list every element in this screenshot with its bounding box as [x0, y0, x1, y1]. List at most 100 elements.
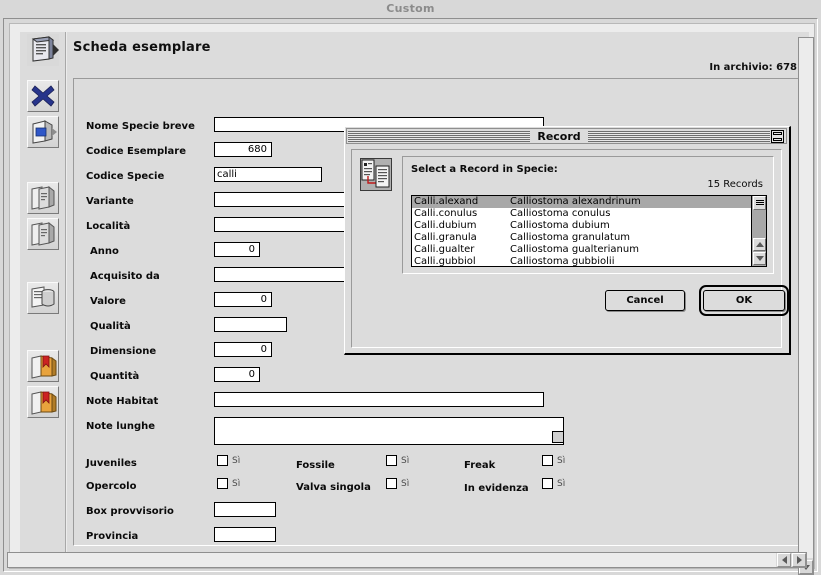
- bookmark-prev-icon: [28, 351, 58, 381]
- sidebar-item-delete[interactable]: [27, 80, 59, 112]
- sidebar-item-print-preview[interactable]: [27, 116, 59, 148]
- title-stripes-right: [587, 130, 770, 142]
- record-selection-panel: Select a Record in Specie: 15 Records Ca…: [402, 156, 774, 274]
- record-list-item[interactable]: Calli.dubium Calliostoma dubium: [412, 220, 766, 232]
- field-valore[interactable]: [214, 292, 272, 307]
- label-dimensione: Dimensione: [90, 346, 157, 357]
- record-code: Calli.gubbiol: [414, 256, 476, 267]
- scroll-left-button[interactable]: [777, 553, 791, 567]
- record-dialog-prompt: Select a Record in Specie:: [411, 164, 558, 175]
- label-note-habitat: Note Habitat: [86, 396, 159, 407]
- label-nome-specie-breve: Nome Specie breve: [86, 121, 195, 132]
- chevron-right-icon: [796, 556, 802, 564]
- record-dialog-title-bar[interactable]: Record: [346, 128, 787, 144]
- record-list-item[interactable]: Calli.gualter Calliostoma gualterianum: [412, 244, 766, 256]
- record-list-scroll-down-button[interactable]: [753, 252, 766, 265]
- checkbox-box-juveniles[interactable]: [217, 455, 228, 466]
- field-dimensione[interactable]: [214, 342, 272, 357]
- label-variante: Variante: [86, 196, 134, 207]
- scroll-right-button[interactable]: [792, 553, 806, 567]
- horizontal-scrollbar-track[interactable]: [8, 553, 776, 567]
- screen: Custom Scheda esemplare In archivio: 678…: [0, 0, 821, 575]
- vertical-scrollbar-track[interactable]: [799, 38, 813, 558]
- app-title: Custom: [386, 2, 435, 15]
- record-code: Calli.dubium: [414, 220, 477, 231]
- checkbox-in-evidenza[interactable]: Sì: [542, 478, 565, 489]
- checkbox-box-fossile[interactable]: [386, 455, 397, 466]
- title-stripes-left: [348, 130, 531, 142]
- label-freak: Freak: [464, 460, 496, 471]
- record-list-item[interactable]: Calli.gubbiol Calliostoma gubbiolii: [412, 256, 766, 267]
- record-count-label: 15 Records: [707, 179, 763, 190]
- note-lunghe-grow-box[interactable]: [552, 431, 564, 443]
- zoom-box-icon[interactable]: [771, 129, 784, 143]
- cancel-button[interactable]: Cancel: [605, 290, 685, 311]
- field-codice-specie[interactable]: [214, 167, 322, 182]
- sidebar-item-next-record[interactable]: [27, 386, 59, 418]
- checkbox-label-freak: Sì: [557, 455, 566, 466]
- field-note-lunghe[interactable]: [214, 417, 564, 445]
- archive-count-label: In archivio: 678: [709, 62, 797, 73]
- checkbox-fossile[interactable]: Sì: [386, 455, 409, 466]
- sidebar-toolbar: [20, 32, 66, 556]
- delete-x-icon: [28, 81, 58, 111]
- record-listbox[interactable]: Calli.alexand Calliostoma alexandrinum Cal…: [411, 195, 767, 267]
- trash-can-icon: [28, 283, 58, 313]
- record-name: Calliostoma gualterianum: [510, 244, 639, 255]
- checkbox-box-freak[interactable]: [542, 455, 553, 466]
- field-anno[interactable]: [214, 242, 260, 257]
- record-name: Calliostoma dubium: [510, 220, 610, 231]
- checkbox-juveniles[interactable]: Sì: [217, 455, 240, 466]
- chevron-up-icon: [755, 242, 764, 247]
- checkbox-box-valva-singola[interactable]: [386, 478, 397, 489]
- record-list-scroll-thumb[interactable]: [753, 196, 766, 210]
- record-list-item[interactable]: Calli.conulus Calliostoma conulus: [412, 208, 766, 220]
- checkbox-freak[interactable]: Sì: [542, 455, 565, 466]
- vertical-scrollbar[interactable]: [798, 37, 814, 575]
- record-dialog-body: Select a Record in Specie: 15 Records Ca…: [351, 149, 789, 348]
- copy-record-icon: [28, 183, 58, 213]
- field-box-provvisorio[interactable]: [214, 502, 276, 517]
- record-code: Calli.gualter: [414, 244, 475, 255]
- chevron-left-icon: [781, 556, 787, 564]
- checkbox-valva-singola[interactable]: Sì: [386, 478, 409, 489]
- label-qualita: Qualità: [90, 321, 131, 332]
- field-provincia[interactable]: [214, 527, 276, 542]
- horizontal-scrollbar[interactable]: [7, 552, 807, 568]
- label-juveniles: Juveniles: [86, 458, 137, 469]
- sidebar-item-duplicate[interactable]: [27, 182, 59, 214]
- checkbox-box-in-evidenza[interactable]: [542, 478, 553, 489]
- label-localita: Località: [86, 221, 131, 232]
- record-list-scroll-up-button[interactable]: [753, 238, 766, 251]
- label-opercolo: Opercolo: [86, 481, 137, 492]
- record-name: Calliostoma alexandrinum: [510, 196, 641, 207]
- bookmark-next-icon: [28, 387, 58, 417]
- label-anno: Anno: [90, 246, 119, 257]
- field-quantita[interactable]: [214, 367, 260, 382]
- record-list-item[interactable]: Calli.alexand Calliostoma alexandrinum: [412, 196, 766, 208]
- field-codice-esemplare[interactable]: [214, 142, 272, 157]
- record-dialog: Record Select a Record in Specie: 15 Rec…: [344, 126, 791, 355]
- field-qualita[interactable]: [214, 317, 287, 332]
- record-list-scrollbar[interactable]: [751, 196, 766, 266]
- label-codice-specie: Codice Specie: [86, 171, 165, 182]
- checkbox-opercolo[interactable]: Sì: [217, 478, 240, 489]
- record-code: Calli.conulus: [414, 208, 478, 219]
- book-pages-icon: [27, 34, 59, 66]
- sidebar-item-prev-record[interactable]: [27, 350, 59, 382]
- record-list-icon: [360, 158, 392, 191]
- sidebar-item-trash[interactable]: [27, 282, 59, 314]
- field-note-habitat[interactable]: [214, 392, 544, 407]
- ok-button[interactable]: OK: [703, 290, 785, 311]
- record-code: Calli.alexand: [414, 196, 479, 207]
- record-list-item[interactable]: Calli.granula Calliostoma granulatum: [412, 232, 766, 244]
- sidebar-item-scheda[interactable]: [27, 34, 59, 66]
- sidebar-item-duplicate-alt[interactable]: [27, 218, 59, 250]
- record-dialog-title: Record: [537, 129, 581, 143]
- label-acquisito-da: Acquisito da: [90, 271, 160, 282]
- record-code: Calli.granula: [414, 232, 477, 243]
- label-codice-esemplare: Codice Esemplare: [86, 146, 187, 157]
- app-title-bar: Custom: [0, 0, 821, 18]
- checkbox-box-opercolo[interactable]: [217, 478, 228, 489]
- record-name: Calliostoma conulus: [510, 208, 611, 219]
